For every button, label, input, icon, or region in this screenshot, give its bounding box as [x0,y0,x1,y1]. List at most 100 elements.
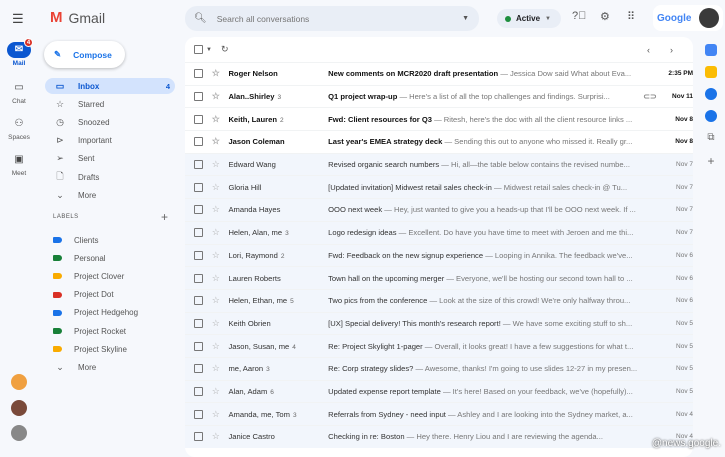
row-checkbox[interactable] [194,296,203,306]
label-item[interactable]: Project Hedgehog [45,305,175,321]
row-checkbox[interactable] [194,250,203,260]
star-icon[interactable]: ☆ [212,363,222,374]
row-checkbox[interactable] [194,364,203,374]
email-row[interactable]: ☆ me, Aaron 3 Re: Corp strategy slides? — A… [185,356,693,380]
sidebar-item-sent[interactable]: ➢ Sent [45,151,175,167]
hamburger-menu-icon[interactable]: ☰ [12,11,24,27]
email-row[interactable]: ☆ Lauren Roberts Town hall on the upcoming… [185,266,693,289]
star-icon[interactable]: ☆ [212,250,222,261]
email-row[interactable]: ☆ Helen, Ethan, me 5 Two pics from the conf… [185,288,693,312]
email-row[interactable]: ☆ Roger Nelson New comments on MCR2020 dra… [185,62,693,85]
row-checkbox[interactable] [194,182,203,192]
gmail-logo[interactable]: M Gmail [50,9,105,26]
sidebar-item-snoozed[interactable]: ◷ Snoozed [45,114,175,130]
star-icon[interactable]: ☆ [212,182,222,193]
email-row[interactable]: ☆ Alan..Shirley 3 Q1 project wrap-up — Here… [185,84,693,108]
rail-mail[interactable]: ✉ 4 Mail [0,38,38,67]
google-account[interactable]: Google [653,5,723,31]
star-icon[interactable]: ☆ [212,341,222,352]
contacts-icon[interactable] [705,110,717,122]
star-icon[interactable]: ☆ [212,204,222,215]
select-dropdown-icon[interactable]: ▼ [206,47,212,53]
newer-page-icon[interactable]: ‹ [647,45,650,55]
add-label-icon[interactable]: + [161,210,168,224]
contact-avatar[interactable] [11,400,27,416]
older-page-icon[interactable]: › [670,45,673,55]
sidebar-item-inbox[interactable]: ▭ Inbox 4 [45,78,175,94]
search-icon[interactable]: 🔍︎ [194,13,207,24]
star-icon[interactable]: ☆ [212,431,222,442]
label-item[interactable]: Personal [45,250,175,266]
label-item[interactable]: Project Dot [45,287,175,303]
star-icon[interactable]: ☆ [212,295,222,306]
refresh-icon[interactable]: ↻ [221,44,229,55]
help-icon[interactable]: ?⃝ [572,10,586,22]
sidebar-item-starred[interactable]: ☆ Starred [45,96,175,112]
row-checkbox[interactable] [194,160,203,170]
row-checkbox[interactable] [194,205,203,215]
email-row[interactable]: ☆ Jason Coleman Last year's EMEA strategy … [185,130,693,153]
star-icon[interactable]: ☆ [212,91,222,102]
star-icon[interactable]: ☆ [212,227,222,238]
star-icon[interactable]: ☆ [212,114,222,125]
calendar-icon[interactable] [705,44,717,56]
star-icon[interactable]: ☆ [212,409,222,420]
email-row[interactable]: ☆ Amanda Hayes OOO next week — Hey, just w… [185,198,693,221]
email-row[interactable]: ☆ Edward Wang Revised organic search numbe… [185,152,693,176]
star-icon[interactable]: ☆ [212,318,222,329]
sidebar-item-important[interactable]: ⊳ Important [45,133,175,149]
addons-icon[interactable]: ⧉ [705,132,717,144]
search-bar[interactable]: 🔍︎ ▼ [185,6,479,31]
rail-spaces[interactable]: ⚇ Spaces [0,116,38,141]
gear-icon[interactable]: ⚙ [600,10,610,23]
row-checkbox[interactable] [194,432,203,442]
rail-chat[interactable]: ▭ Chat [0,80,38,105]
email-date: Nov 6 [676,297,693,305]
search-options-icon[interactable]: ▼ [462,15,469,22]
star-icon[interactable]: ☆ [212,68,222,79]
star-icon[interactable]: ☆ [212,159,222,170]
tasks-icon[interactable] [705,88,717,100]
row-checkbox[interactable] [194,386,203,396]
avatar[interactable] [699,8,719,28]
row-checkbox[interactable] [194,228,203,238]
contact-avatar[interactable] [11,374,27,390]
email-row[interactable]: ☆ Gloria Hill [Updated invitation] Midwest… [185,175,693,199]
apps-grid-icon[interactable]: ⠿ [627,10,635,23]
email-row[interactable]: ☆ Keith, Lauren 2 Fwd: Client resources for… [185,107,693,131]
label-item[interactable]: Project Skyline [45,341,175,357]
sidebar-item-drafts[interactable]: 🗋 Drafts [45,169,175,185]
email-row[interactable]: ☆ Amanda, me, Tom 3 Referrals from Sydney -… [185,402,693,425]
email-row[interactable]: ☆ Keith Obrien [UX] Special delivery! This… [185,311,693,335]
row-checkbox[interactable] [194,114,203,124]
row-checkbox[interactable] [194,318,203,328]
compose-button[interactable]: ✎ Compose [44,41,125,68]
labels-more[interactable]: ⌄ More [45,359,175,375]
label-item[interactable]: Project Rocket [45,323,175,339]
sidebar-item-more[interactable]: ⌄ More [45,187,175,203]
row-checkbox[interactable] [194,69,203,79]
status-selector[interactable]: Active ▼ [497,9,561,28]
row-checkbox[interactable] [194,137,203,147]
row-checkbox[interactable] [194,92,203,102]
email-row[interactable]: ☆ Jason, Susan, me 4 Re: Project Skylight 1… [185,334,693,357]
contact-avatar[interactable] [11,425,27,441]
email-row[interactable]: ☆ Lori, Raymond 2 Fwd: Feedback on the new … [185,243,693,267]
row-checkbox[interactable] [194,341,203,351]
add-addon-icon[interactable]: + [705,154,717,168]
label-item[interactable]: Project Clover [45,268,175,284]
rail-meet[interactable]: ▣ Meet [0,152,38,177]
star-icon[interactable]: ☆ [212,386,222,397]
email-row[interactable]: ☆ Alan, Adam 6 Updated expense report templ… [185,379,693,403]
label-item[interactable]: Clients [45,232,175,248]
row-checkbox[interactable] [194,409,203,419]
email-row[interactable]: ☆ Helen, Alan, me 3 Logo redesign ideas — E… [185,220,693,244]
search-input[interactable] [216,13,463,24]
sender-name: Alan, Adam [228,386,268,396]
star-icon[interactable]: ☆ [212,136,222,147]
row-checkbox[interactable] [194,273,203,283]
star-icon[interactable]: ☆ [212,273,222,284]
select-all-checkbox[interactable] [194,45,203,54]
email-row[interactable]: ☆ Janice Castro Checking in re: Boston — H… [185,425,693,448]
keep-icon[interactable] [705,66,717,78]
